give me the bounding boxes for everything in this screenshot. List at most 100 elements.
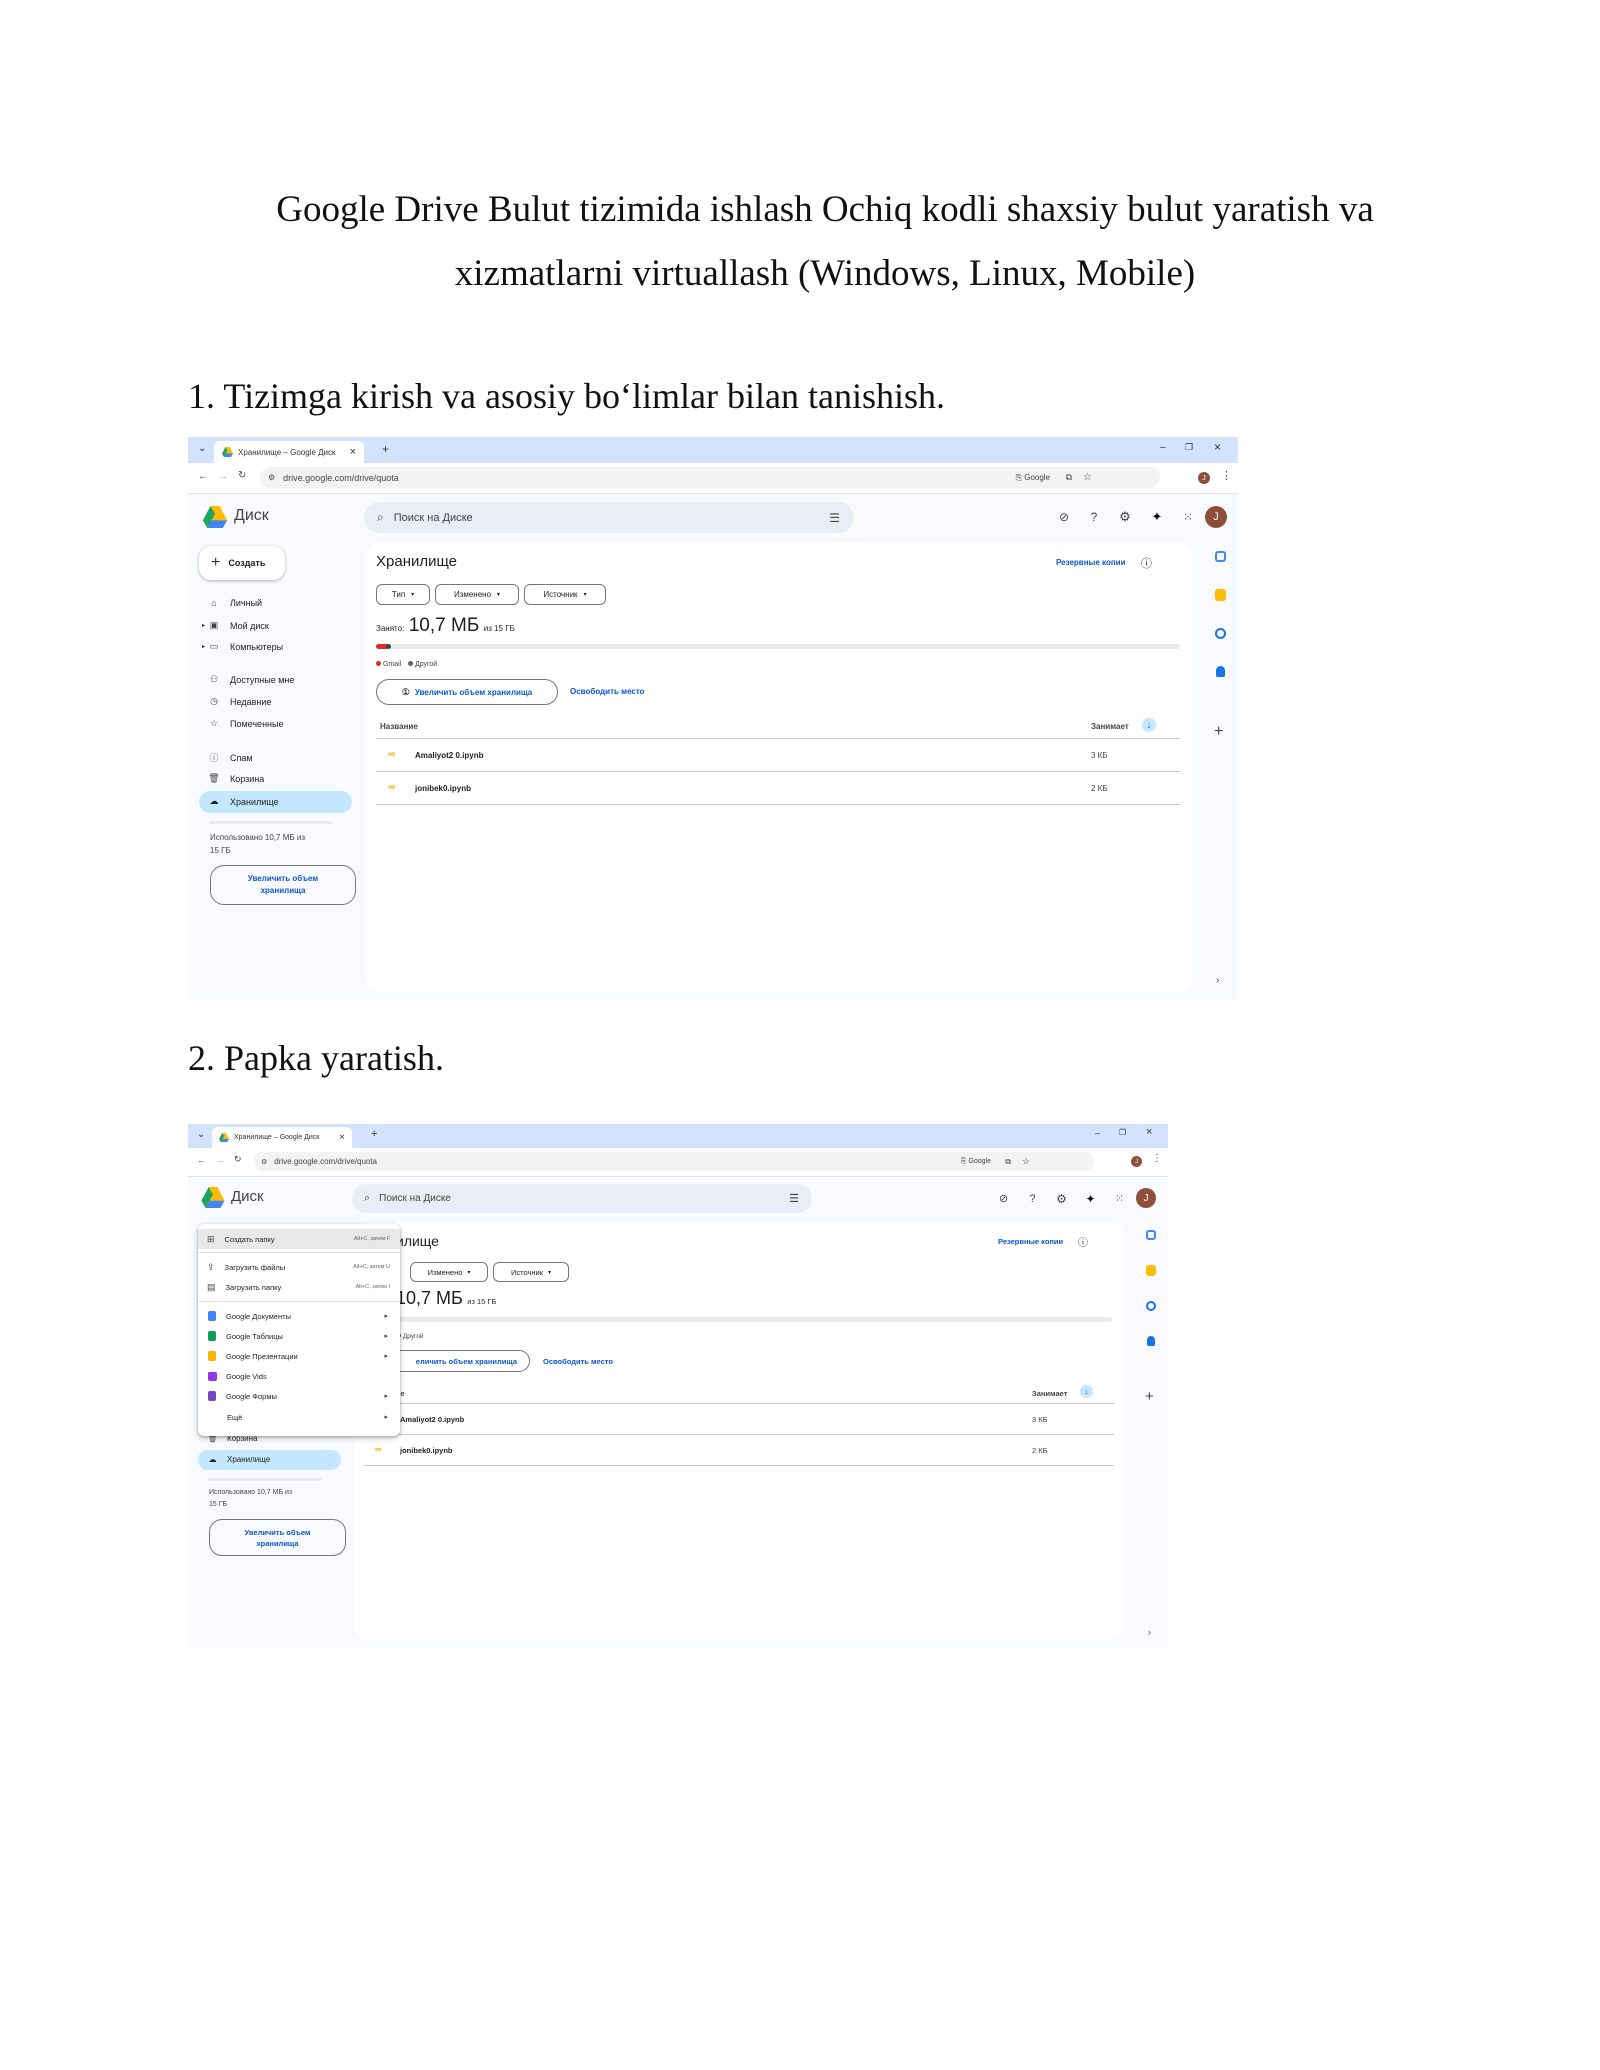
cast-icon[interactable]: ⧉: [1005, 1157, 1011, 1167]
new-tab-icon[interactable]: +: [382, 442, 389, 456]
calendar-icon[interactable]: [1146, 1230, 1156, 1240]
filter-type-chip[interactable]: Тип ▾: [376, 584, 430, 605]
info-icon[interactable]: ⓘ: [1078, 1234, 1088, 1249]
sidebar-item-trash[interactable]: 🗑 Корзина: [208, 773, 264, 784]
sidebar-item-shared[interactable]: ⚇ Доступные мне: [208, 674, 294, 685]
browser-menu-icon[interactable]: ⋮: [1152, 1153, 1162, 1164]
back-icon[interactable]: ←: [198, 471, 208, 482]
menu-item-upload-files[interactable]: ⇪ Загрузить файлы Alt+C, затем U: [198, 1257, 400, 1277]
forward-icon[interactable]: →: [218, 471, 228, 482]
account-avatar[interactable]: J: [1136, 1188, 1156, 1208]
sidebar-item-storage[interactable]: ☁ Хранилище: [207, 1455, 271, 1464]
forward-icon[interactable]: →: [216, 1155, 225, 1165]
menu-item-google-vids[interactable]: Google Vids: [198, 1366, 400, 1386]
help-icon[interactable]: ?: [1025, 1191, 1040, 1206]
drive-logo-icon[interactable]: [202, 506, 228, 528]
settings-gear-icon[interactable]: ⚙: [1117, 509, 1133, 525]
menu-item-google-forms[interactable]: Google Формы ▸: [198, 1386, 400, 1406]
offline-status-icon[interactable]: ⊘: [996, 1191, 1011, 1206]
browser-tab[interactable]: Хранилище – Google Диск ×: [212, 1127, 352, 1148]
sidebar-upgrade-button[interactable]: Увеличить объем хранилища: [210, 865, 356, 905]
col-size-header[interactable]: Занимает: [1032, 1389, 1067, 1398]
google-lens-chip[interactable]: ⎘ Google: [961, 1158, 991, 1166]
minimize-icon[interactable]: –: [1160, 442, 1166, 453]
menu-item-more[interactable]: Ещё ▸: [198, 1407, 400, 1427]
sidebar-item-recent[interactable]: ◷ Недавние: [208, 696, 271, 707]
increase-storage-button[interactable]: ① Увеличить объем хранилища: [376, 679, 558, 705]
sort-down-icon[interactable]: ↓: [1142, 718, 1156, 732]
backup-link[interactable]: Резервные копии: [998, 1237, 1063, 1246]
offline-status-icon[interactable]: ⊘: [1056, 509, 1072, 525]
browser-profile-avatar[interactable]: J: [1131, 1156, 1142, 1167]
tab-close-icon[interactable]: ×: [350, 446, 356, 458]
tab-close-icon[interactable]: ×: [339, 1132, 345, 1143]
google-lens-chip[interactable]: ⎘ Google: [1016, 473, 1050, 483]
collapse-panel-icon[interactable]: ›: [1148, 1627, 1151, 1637]
menu-item-upload-folder[interactable]: ▤ Загрузить папку Alt+C, затем I: [198, 1277, 400, 1297]
col-name-header[interactable]: Название: [380, 722, 418, 731]
help-icon[interactable]: ?: [1086, 509, 1102, 525]
minimize-icon[interactable]: –: [1095, 1128, 1100, 1138]
filter-source-chip[interactable]: Источник ▾: [493, 1262, 569, 1282]
calendar-icon[interactable]: [1215, 551, 1226, 562]
apps-grid-icon[interactable]: ⁙: [1112, 1191, 1127, 1206]
menu-item-google-sheets[interactable]: Google Таблицы ▸: [198, 1326, 400, 1346]
back-icon[interactable]: ←: [197, 1155, 206, 1165]
backup-link[interactable]: Резервные копии: [1056, 558, 1126, 567]
sidebar-item-personal[interactable]: ⌂ Личный: [208, 598, 262, 608]
free-space-link[interactable]: Освободить место: [570, 687, 645, 696]
table-row[interactable]: ∞ jonibek0.ipynb 2 КБ: [364, 1435, 1114, 1465]
filter-source-chip[interactable]: Источник ▾: [524, 584, 606, 605]
maximize-icon[interactable]: ❐: [1185, 442, 1193, 453]
maximize-icon[interactable]: ❐: [1119, 1128, 1126, 1137]
tasks-icon[interactable]: [1146, 1301, 1156, 1311]
tab-list-chevron-icon[interactable]: ⌄: [197, 1129, 205, 1140]
gemini-sparkle-icon[interactable]: ✦: [1149, 509, 1165, 525]
sort-down-icon[interactable]: ↓: [1080, 1385, 1093, 1398]
keep-icon[interactable]: [1146, 1265, 1156, 1276]
info-icon[interactable]: ⓘ: [1141, 555, 1152, 571]
filter-modified-chip[interactable]: Изменено ▾: [410, 1262, 488, 1282]
create-button[interactable]: + Создать: [199, 546, 285, 580]
col-size-header[interactable]: Занимает: [1091, 722, 1129, 731]
url-field[interactable]: ⚙ drive.google.com/drive/quota ⎘ Google …: [254, 1152, 1094, 1171]
filter-modified-chip[interactable]: Изменено ▾: [435, 584, 519, 605]
tasks-icon[interactable]: [1215, 628, 1226, 639]
apps-grid-icon[interactable]: ⁙: [1180, 509, 1196, 525]
contacts-icon[interactable]: [1147, 1336, 1155, 1346]
add-addon-icon[interactable]: +: [1145, 1388, 1154, 1405]
add-addon-icon[interactable]: +: [1214, 723, 1223, 741]
settings-gear-icon[interactable]: ⚙: [1054, 1191, 1069, 1206]
free-space-link[interactable]: Освободить место: [543, 1357, 613, 1366]
account-avatar[interactable]: J: [1205, 506, 1227, 528]
drive-brand[interactable]: Диск: [234, 507, 269, 525]
collapse-panel-icon[interactable]: ›: [1216, 975, 1219, 986]
bookmark-star-icon[interactable]: ☆: [1083, 472, 1092, 483]
search-icon[interactable]: ⌕: [377, 510, 384, 525]
sidebar-item-my-drive[interactable]: ▸ ▣ Мой диск: [202, 620, 269, 631]
drive-search-input[interactable]: ⌕ Поиск на Диске ☰: [364, 502, 854, 533]
drive-search-input[interactable]: ⌕ Поиск на Диске ☰: [352, 1184, 812, 1213]
site-info-icon[interactable]: ⚙: [268, 473, 275, 482]
search-icon[interactable]: ⌕: [364, 1192, 370, 1205]
sidebar-item-spam[interactable]: ⓘ Спам: [208, 751, 252, 764]
sidebar-upgrade-button[interactable]: Увеличить объем хранилища: [209, 1519, 346, 1556]
browser-profile-avatar[interactable]: J: [1198, 472, 1210, 484]
tab-list-chevron-icon[interactable]: ⌄: [198, 443, 206, 454]
sidebar-item-computers[interactable]: ▸ ▭ Компьютеры: [202, 641, 283, 652]
keep-icon[interactable]: [1215, 589, 1226, 601]
reload-icon[interactable]: ↻: [234, 1154, 242, 1165]
new-tab-icon[interactable]: +: [371, 1128, 377, 1140]
menu-item-google-slides[interactable]: Google Презентации ▸: [198, 1346, 400, 1366]
gemini-sparkle-icon[interactable]: ✦: [1083, 1191, 1098, 1206]
drive-brand[interactable]: Диск: [231, 1188, 264, 1205]
bookmark-star-icon[interactable]: ☆: [1022, 1156, 1030, 1167]
site-info-icon[interactable]: ⚙: [261, 1158, 267, 1166]
menu-item-new-folder[interactable]: ⊞ Создать папку Alt+C, затем F: [198, 1229, 400, 1249]
sidebar-item-storage[interactable]: ☁ Хранилище: [208, 796, 279, 807]
url-field[interactable]: ⚙ drive.google.com/drive/quota ⎘ Google …: [260, 467, 1160, 488]
browser-tab[interactable]: Хранилище – Google Диск ×: [214, 441, 364, 463]
table-row[interactable]: ∞ Amaliyot2 0.ipynb 3 КБ: [376, 739, 1180, 771]
contacts-icon[interactable]: [1216, 666, 1225, 677]
close-window-icon[interactable]: ×: [1146, 1126, 1152, 1138]
